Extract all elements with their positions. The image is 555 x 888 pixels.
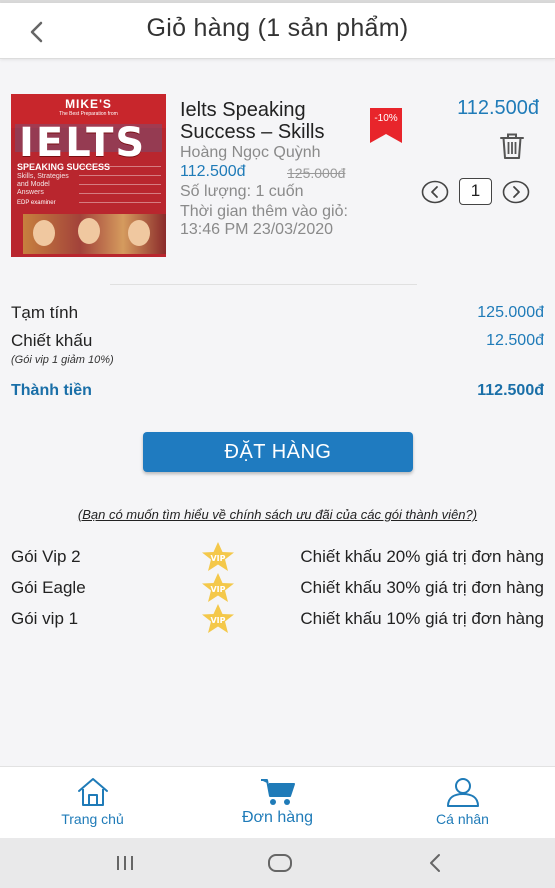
membership-policy-link[interactable]: (Bạn có muốn tìm hiểu về chính sách ưu đ… xyxy=(0,507,555,522)
discount-badge-text: -10% xyxy=(374,113,398,124)
package-name: Gói vip 1 xyxy=(11,609,79,628)
total-value: 112.500đ xyxy=(477,382,544,399)
recent-apps-icon[interactable] xyxy=(110,850,140,876)
back-button-icon[interactable] xyxy=(420,850,450,876)
cover-tagline: The Best Preparation from xyxy=(59,111,118,117)
book-cover-image[interactable]: MIKE'S The Best Preparation from IELTS S… xyxy=(11,94,166,257)
package-description: Chiết khấu 30% giá trị đơn hàng xyxy=(300,578,544,597)
nav-orders-label: Đơn hàng xyxy=(242,809,313,826)
cover-edition: EDP examiner xyxy=(17,200,56,206)
nav-home[interactable]: Trang chủ xyxy=(40,767,145,839)
home-button-icon[interactable] xyxy=(265,850,295,876)
product-author: Hoàng Ngọc Quỳnh xyxy=(180,144,321,161)
vip-badge-text: VIP xyxy=(210,616,225,625)
product-old-price: 125.000đ xyxy=(287,165,346,181)
vip-star-icon: VIP xyxy=(202,604,234,633)
cover-subtitle-2: Skills, Strategies and Model Answers xyxy=(17,173,69,196)
cover-word: IELTS xyxy=(19,120,147,166)
user-icon xyxy=(446,778,479,807)
quantity-input[interactable]: 1 xyxy=(459,178,492,205)
vip-star-icon: VIP xyxy=(202,573,234,602)
quantity-text: Số lượng: 1 cuốn xyxy=(180,183,304,200)
discount-value: 12.500đ xyxy=(486,332,544,349)
package-name: Gói Eagle xyxy=(11,578,86,597)
nav-orders[interactable]: Đơn hàng xyxy=(225,767,330,839)
discount-note: (Gói vip 1 giảm 10%) xyxy=(11,354,114,366)
page-title: Giỏ hàng (1 sản phẩm) xyxy=(146,14,409,42)
bottom-navigation: Trang chủ Đơn hàng Cá nhân xyxy=(0,766,555,838)
added-time-label: Thời gian thêm vào giỏ: xyxy=(180,203,348,220)
home-icon xyxy=(77,778,108,806)
nav-profile-label: Cá nhân xyxy=(436,811,489,827)
app-header: Giỏ hàng (1 sản phẩm) xyxy=(0,3,555,59)
vip-badge-text: VIP xyxy=(210,585,225,594)
discount-label: Chiết khấu xyxy=(11,331,93,350)
vip-badge-text: VIP xyxy=(210,554,225,563)
trash-icon[interactable] xyxy=(498,131,526,161)
added-time-value: 13:46 PM 23/03/2020 xyxy=(180,221,334,238)
system-navigation-bar xyxy=(0,838,555,888)
product-sale-price: 112.500đ xyxy=(180,163,246,180)
cover-brand: MIKE'S xyxy=(65,97,112,111)
nav-home-label: Trang chủ xyxy=(61,811,124,827)
section-divider xyxy=(110,284,417,285)
package-description: Chiết khấu 20% giá trị đơn hàng xyxy=(300,547,544,566)
package-name: Gói Vip 2 xyxy=(11,547,81,566)
quantity-decrease-icon[interactable] xyxy=(421,180,449,204)
item-price: 112.500đ xyxy=(457,97,539,119)
cover-bullets xyxy=(79,161,161,203)
product-title[interactable]: Ielts Speaking Success – Skills xyxy=(180,99,365,143)
subtotal-value: 125.000đ xyxy=(477,304,544,321)
package-description: Chiết khấu 10% giá trị đơn hàng xyxy=(300,609,544,628)
place-order-button[interactable]: ĐẶT HÀNG xyxy=(143,432,413,472)
total-label: Thành tiền xyxy=(11,382,92,399)
subtotal-label: Tạm tính xyxy=(11,303,79,322)
cover-photo xyxy=(23,214,166,254)
vip-star-icon: VIP xyxy=(202,542,234,571)
cart-icon xyxy=(260,779,295,805)
quantity-increase-icon[interactable] xyxy=(502,180,530,204)
nav-profile[interactable]: Cá nhân xyxy=(410,767,515,839)
